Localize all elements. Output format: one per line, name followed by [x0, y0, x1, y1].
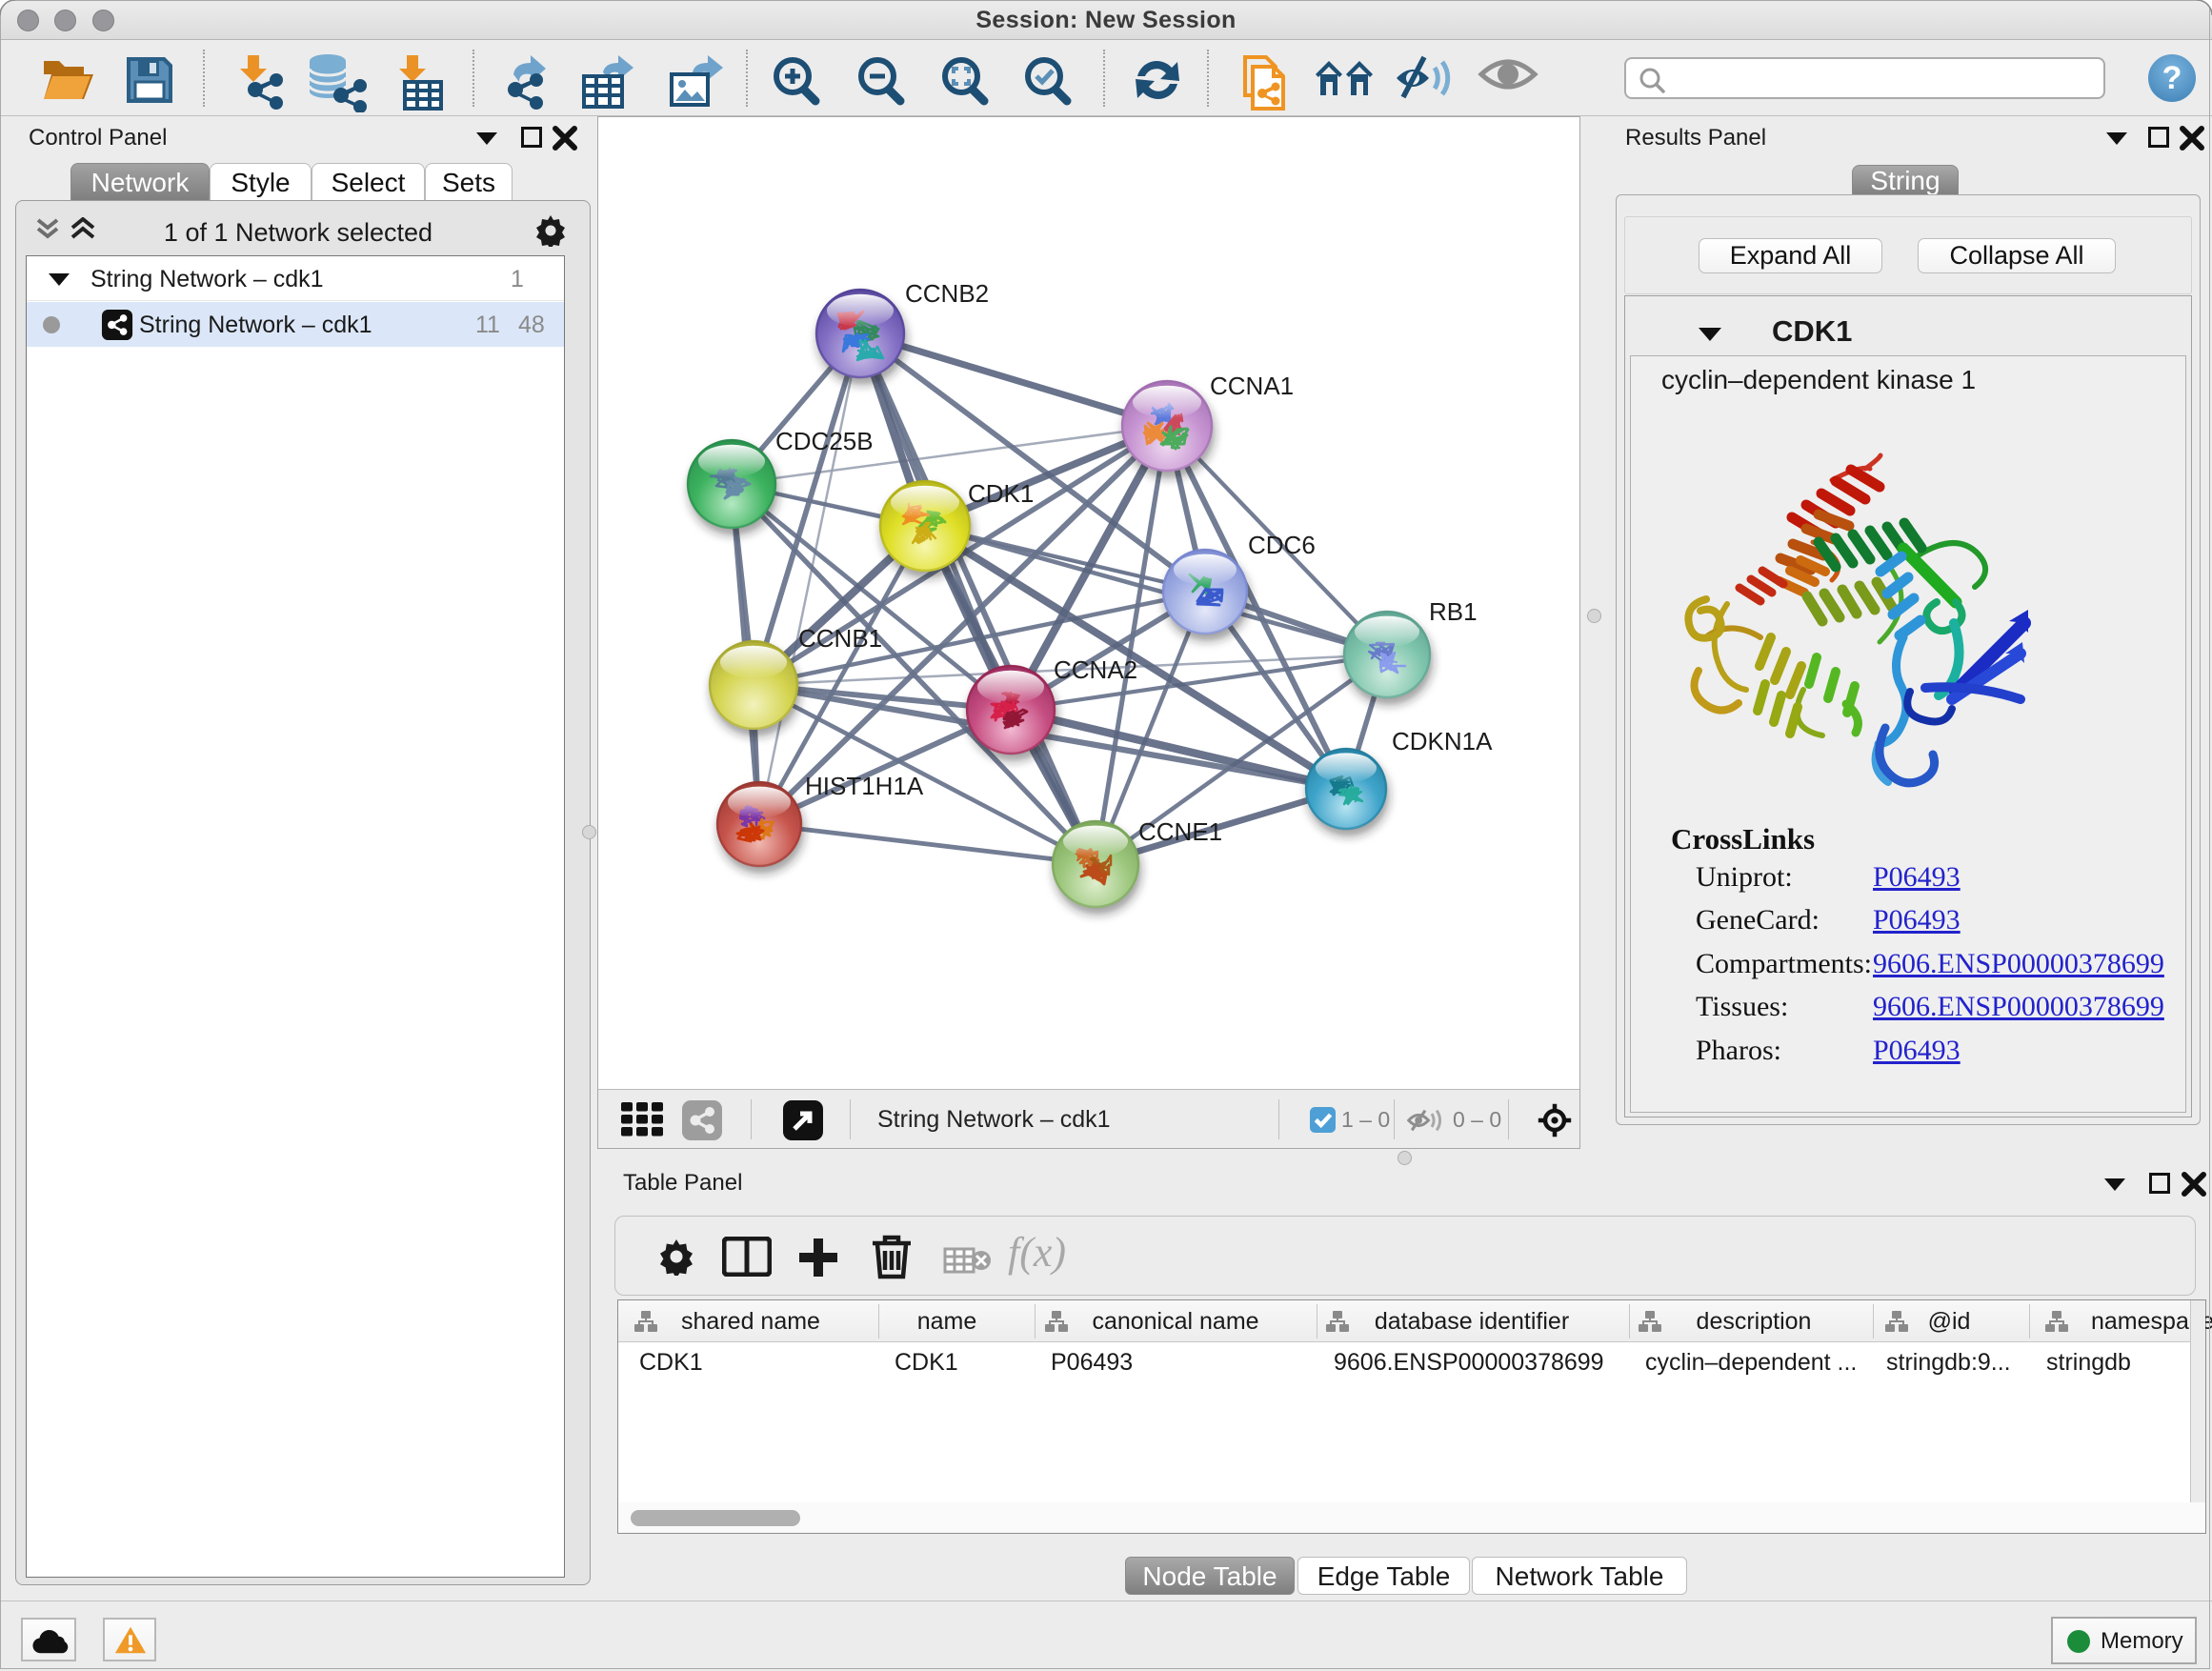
- svg-text:CCNB1: CCNB1: [798, 624, 882, 653]
- svg-text:?: ?: [2162, 60, 2182, 96]
- svg-text:CCNA2: CCNA2: [1054, 655, 1137, 684]
- svg-text:HIST1H1A: HIST1H1A: [805, 772, 924, 800]
- svg-text:CCNB2: CCNB2: [905, 279, 989, 308]
- svg-text:CDK1: CDK1: [968, 479, 1034, 508]
- svg-text:CDC6: CDC6: [1248, 531, 1316, 559]
- svg-text:CDC25B: CDC25B: [775, 427, 874, 455]
- svg-text:RB1: RB1: [1429, 597, 1478, 626]
- svg-text:CDKN1A: CDKN1A: [1392, 727, 1493, 755]
- svg-text:CCNE1: CCNE1: [1138, 817, 1222, 846]
- svg-text:CCNA1: CCNA1: [1210, 372, 1294, 400]
